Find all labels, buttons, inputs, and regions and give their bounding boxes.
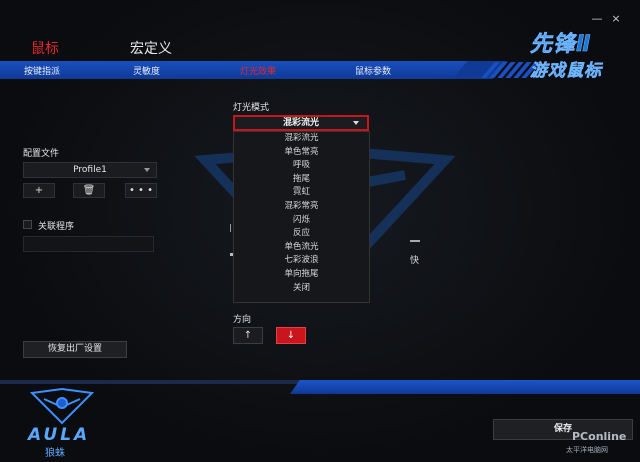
direction-up-button[interactable]: ↑ <box>233 327 263 344</box>
nav-item-sensitivity[interactable]: 灵敏度 <box>133 64 160 77</box>
arrow-up-icon: ↑ <box>243 330 253 341</box>
speed-fast-label: 快 <box>410 256 420 266</box>
watermark-logo: PConline <box>572 430 627 443</box>
speed-slider-tick <box>230 224 234 232</box>
light-mode-option[interactable]: 七彩波浪 <box>234 254 369 268</box>
product-logo-line1: 先锋Ⅱ <box>530 32 592 58</box>
nav-item-mouse-params[interactable]: 鼠标参数 <box>355 64 391 77</box>
app-window: — × 鼠标 宏定义 按键指派 灵敏度 灯光效果 鼠标参数 先锋Ⅱ 游戏鼠标 配… <box>0 0 640 462</box>
light-mode-option[interactable]: 关闭 <box>234 282 369 296</box>
light-mode-label: 灯光模式 <box>233 103 270 113</box>
light-mode-option[interactable]: 混彩流光 <box>234 132 369 146</box>
light-mode-options: 混彩流光 单色常亮 呼吸 拖尾 霓虹 混彩常亮 闪烁 反应 单色流光 七彩波浪 … <box>233 131 370 303</box>
light-mode-option[interactable]: 反应 <box>234 227 369 241</box>
add-profile-button[interactable]: + <box>23 183 55 198</box>
sub-nav-bar: 按键指派 灵敏度 灯光效果 鼠标参数 <box>0 61 480 79</box>
tab-macro[interactable]: 宏定义 <box>130 38 172 58</box>
light-mode-select[interactable]: 混彩流光 <box>233 115 369 131</box>
profile-select[interactable]: Profile1 <box>23 162 157 178</box>
nav-item-key-assign[interactable]: 按键指派 <box>24 64 60 77</box>
speed-slider-end[interactable] <box>410 240 420 242</box>
factory-reset-button[interactable]: 恢复出厂设置 <box>23 341 127 358</box>
light-mode-option[interactable]: 单色常亮 <box>234 146 369 160</box>
chevron-down-icon <box>144 168 150 172</box>
light-mode-option[interactable]: 拖尾 <box>234 173 369 187</box>
link-program-label: 关联程序 <box>38 222 75 232</box>
link-program-checkbox[interactable] <box>23 220 32 229</box>
arrow-down-icon: ↓ <box>286 330 296 341</box>
tab-mouse[interactable]: 鼠标 <box>31 38 59 58</box>
light-mode-option[interactable]: 霓虹 <box>234 186 369 200</box>
close-button[interactable]: × <box>608 12 624 26</box>
brand-name: AULA <box>28 425 91 445</box>
direction-down-button[interactable]: ↓ <box>276 327 306 344</box>
profile-select-value: Profile1 <box>73 165 107 175</box>
direction-label: 方向 <box>233 315 252 325</box>
light-mode-option[interactable]: 闪烁 <box>234 214 369 228</box>
brand-sub: 狼蛛 <box>45 448 65 459</box>
watermark-sub: 太平洋电脑网 <box>566 446 608 454</box>
product-logo: 先锋Ⅱ 游戏鼠标 <box>530 26 640 86</box>
trash-icon: 🗑 <box>82 185 96 196</box>
speed-slider-marker <box>230 253 233 256</box>
delete-profile-button[interactable]: 🗑 <box>73 183 105 198</box>
light-mode-selected: 混彩流光 <box>282 118 319 128</box>
light-mode-option[interactable]: 混彩常亮 <box>234 200 369 214</box>
minimize-button[interactable]: — <box>589 12 605 26</box>
light-mode-option[interactable]: 单色流光 <box>234 241 369 255</box>
chevron-down-icon <box>353 121 359 125</box>
nav-item-lighting[interactable]: 灯光效果 <box>240 64 276 77</box>
linked-program-field[interactable] <box>23 236 154 252</box>
light-mode-option[interactable]: 呼吸 <box>234 159 369 173</box>
profile-label: 配置文件 <box>23 149 60 159</box>
light-mode-option[interactable]: 单向拖尾 <box>234 268 369 282</box>
product-logo-line2: 游戏鼠标 <box>530 61 602 82</box>
more-options-button[interactable]: • • • <box>125 183 157 198</box>
